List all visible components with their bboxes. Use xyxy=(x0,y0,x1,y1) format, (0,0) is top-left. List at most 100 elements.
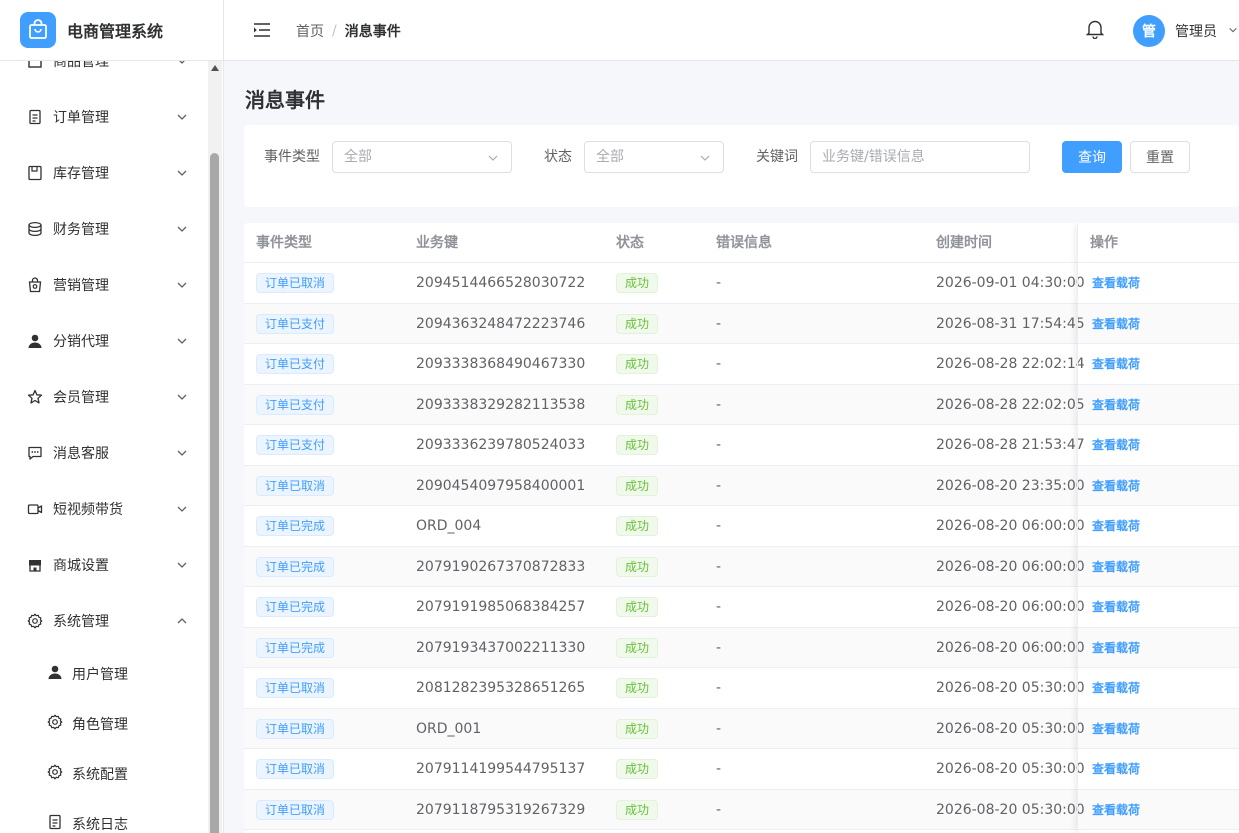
sidebar-item-label: 商城设置 xyxy=(53,558,109,574)
sidebar-item[interactable]: 财务管理 xyxy=(0,201,208,257)
view-payload-link[interactable]: 查看载荷 xyxy=(1092,276,1140,290)
error-message-cell: - xyxy=(716,275,722,291)
sidebar-subitem[interactable]: 角色管理 xyxy=(0,699,208,749)
sidebar-item[interactable]: 营销管理 xyxy=(0,257,208,313)
error-message-cell: - xyxy=(716,558,722,575)
status-select[interactable]: 全部 xyxy=(584,141,724,173)
collapse-menu-icon[interactable] xyxy=(253,22,271,38)
view-payload-link[interactable]: 查看载荷 xyxy=(1092,803,1140,817)
sidebar-item[interactable]: 商城设置 xyxy=(0,537,208,593)
status-tag: 成功 xyxy=(616,799,659,820)
sidebar-item[interactable]: 订单管理 xyxy=(0,89,208,145)
table-row: 订单已完成 2079193437002211330 成功 - 2026-08-20 06… xyxy=(244,627,1239,668)
view-payload-link[interactable]: 查看载荷 xyxy=(1092,438,1140,452)
sidebar-subitem-label: 系统日志 xyxy=(72,817,128,833)
document-icon xyxy=(47,814,63,833)
view-payload-link[interactable]: 查看载荷 xyxy=(1092,560,1140,574)
table-row: 订单已取消 ORD_001 成功 - 2026-08-20 05:30:00 查看载荷 xyxy=(244,708,1239,749)
view-payload-link[interactable]: 查看载荷 xyxy=(1092,600,1140,614)
table-header: 事件类型 业务键 状态 错误信息 创建时间 操作 xyxy=(244,223,1239,263)
column-header: 业务键 xyxy=(416,235,458,251)
view-payload-link[interactable]: 查看载荷 xyxy=(1092,641,1140,655)
keyword-label: 关键词 xyxy=(756,149,798,165)
table-row: 订单已支付 2093338368490467330 成功 - 2026-08-28 22… xyxy=(244,344,1239,385)
view-payload-link[interactable]: 查看载荷 xyxy=(1092,519,1140,533)
created-time-cell: 2026-08-28 22:02:14 xyxy=(936,356,1085,372)
sidebar-subitem-label: 系统配置 xyxy=(72,767,128,783)
gear-icon xyxy=(26,612,44,630)
error-message-cell: - xyxy=(716,801,722,818)
view-payload-link[interactable]: 查看载荷 xyxy=(1092,722,1140,736)
view-payload-link[interactable]: 查看载荷 xyxy=(1092,317,1140,331)
chevron-down-icon xyxy=(177,338,187,344)
sidebar-item[interactable]: 库存管理 xyxy=(0,145,208,201)
event-type-tag: 订单已取消 xyxy=(256,799,335,820)
status-tag: 成功 xyxy=(616,394,659,415)
column-header: 状态 xyxy=(616,235,644,251)
user-name[interactable]: 管理员 xyxy=(1175,21,1217,41)
error-message-cell: - xyxy=(716,518,722,534)
created-time-cell: 2026-08-20 06:00:00 xyxy=(936,558,1085,575)
reset-button[interactable]: 重置 xyxy=(1130,141,1190,173)
keyword-input[interactable] xyxy=(810,141,1030,173)
created-time-cell: 2026-08-28 21:53:47 xyxy=(936,437,1085,453)
status-tag: 成功 xyxy=(616,637,659,658)
business-key-cell: 2079114199544795137 xyxy=(416,761,586,777)
chevron-down-icon xyxy=(177,114,187,120)
event-type-value: 全部 xyxy=(344,149,372,165)
coins-icon xyxy=(26,220,44,238)
sidebar-item[interactable]: 消息客服 xyxy=(0,425,208,481)
created-time-cell: 2026-08-20 05:30:00 xyxy=(936,720,1085,737)
view-payload-link[interactable]: 查看载荷 xyxy=(1092,479,1140,493)
chevron-down-icon xyxy=(177,282,187,288)
scrollbar-thumb[interactable] xyxy=(210,153,219,833)
view-payload-link[interactable]: 查看载荷 xyxy=(1092,681,1140,695)
column-header: 错误信息 xyxy=(716,235,772,251)
sidebar-item-label: 财务管理 xyxy=(53,222,109,238)
event-type-select[interactable]: 全部 xyxy=(332,141,512,173)
sidebar-item[interactable]: 系统管理 xyxy=(0,593,208,649)
breadcrumb-home[interactable]: 首页 xyxy=(296,21,324,41)
chat-icon xyxy=(26,444,44,462)
user-icon xyxy=(26,332,44,350)
table-row: 订单已完成 ORD_004 成功 - 2026-08-20 06:00:00 查看载荷 xyxy=(244,506,1239,547)
events-table: 事件类型 业务键 状态 错误信息 创建时间 操作 订单已取消 2094514466… xyxy=(244,223,1239,833)
sidebar-item[interactable]: 会员管理 xyxy=(0,369,208,425)
sidebar-subitem[interactable]: 系统配置 xyxy=(0,749,208,799)
sidebar-subitem[interactable]: 用户管理 xyxy=(0,649,208,699)
event-type-tag: 订单已取消 xyxy=(256,718,335,739)
column-header: 事件类型 xyxy=(256,235,312,251)
view-payload-link[interactable]: 查看载荷 xyxy=(1092,762,1140,776)
video-icon xyxy=(26,500,44,518)
sidebar-item-label: 订单管理 xyxy=(53,110,109,126)
error-message-cell: - xyxy=(716,396,722,413)
sidebar-item-label: 消息客服 xyxy=(53,446,109,462)
created-time-cell: 2026-08-20 23:35:00 xyxy=(936,477,1085,494)
business-key-cell: 2079191985068384257 xyxy=(416,599,586,615)
scroll-up-arrow-icon[interactable] xyxy=(211,65,219,71)
document-icon xyxy=(26,108,44,126)
created-time-cell: 2026-08-31 17:54:45 xyxy=(936,315,1085,332)
chevron-down-icon[interactable] xyxy=(1228,25,1238,35)
sidebar-subitem[interactable]: 系统日志 xyxy=(0,799,208,833)
status-tag: 成功 xyxy=(616,354,659,374)
created-time-cell: 2026-08-20 06:00:00 xyxy=(936,518,1085,534)
business-key-cell: 2090454097958400001 xyxy=(416,477,586,494)
view-payload-link[interactable]: 查看载荷 xyxy=(1092,398,1140,412)
query-button[interactable]: 查询 xyxy=(1062,141,1122,173)
error-message-cell: - xyxy=(716,315,722,332)
logo-bar: 电商管理系统 xyxy=(0,0,223,61)
shop-icon xyxy=(26,556,44,574)
sidebar-scrollbar[interactable] xyxy=(208,61,222,833)
event-type-tag: 订单已支付 xyxy=(256,354,335,374)
chevron-down-icon xyxy=(177,226,187,232)
save-icon xyxy=(26,164,44,182)
bell-icon[interactable] xyxy=(1086,19,1104,39)
sidebar-item[interactable]: 短视频带货 xyxy=(0,481,208,537)
sidebar-item[interactable]: 分销代理 xyxy=(0,313,208,369)
avatar[interactable]: 管 xyxy=(1133,15,1165,47)
bag-icon xyxy=(26,276,44,294)
breadcrumb-separator: / xyxy=(332,23,337,39)
status-tag: 成功 xyxy=(616,313,659,334)
view-payload-link[interactable]: 查看载荷 xyxy=(1092,357,1140,371)
